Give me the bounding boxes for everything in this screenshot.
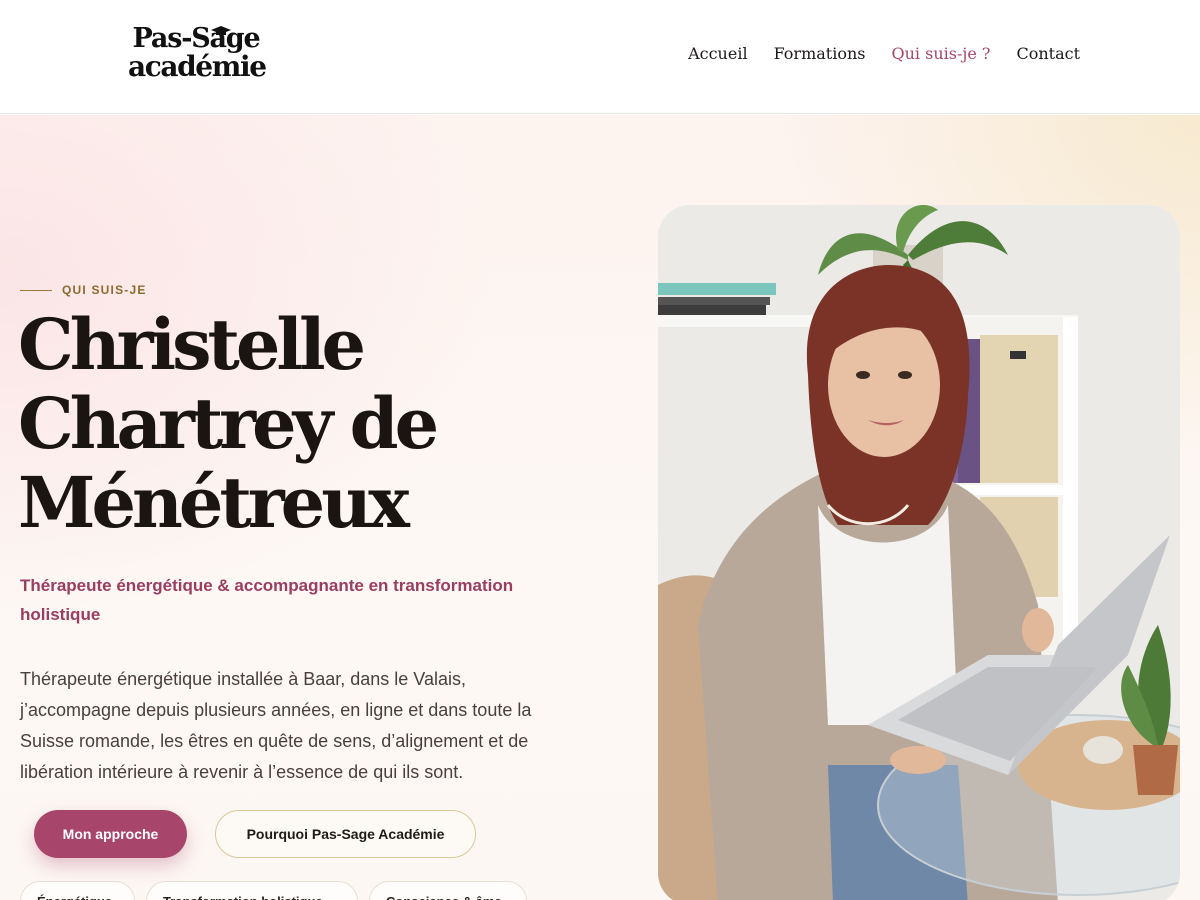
hero-subtitle: Thérapeute énergétique & accompagnante e…	[20, 576, 514, 624]
mon-approche-button[interactable]: Mon approche	[34, 810, 187, 858]
tag-chip: Transformation holistique	[146, 881, 358, 900]
eyebrow-text: QUI SUIS-JE	[62, 283, 147, 297]
graduation-cap-icon	[211, 26, 231, 35]
eyebrow-divider	[20, 289, 52, 291]
logo-line-2: académie	[128, 50, 267, 83]
hero-heading: Christelle Chartrey de Ménétreux	[18, 305, 488, 542]
hero-intro: Thérapeute énergétique installée à Baar,…	[20, 669, 532, 782]
hero-heading-line: Ménétreux	[18, 461, 410, 544]
logo-line-1: Pas-Sage	[132, 23, 261, 54]
nav-link-contact[interactable]: Contact	[1016, 44, 1080, 63]
pourquoi-button[interactable]: Pourquoi Pas-Sage Académie	[215, 810, 476, 858]
nav-link-accueil[interactable]: Accueil	[688, 44, 747, 63]
site-logo[interactable]: Pas-Sage académie	[128, 23, 267, 84]
portrait-photo	[658, 205, 1180, 900]
site-header: Pas-Sage académie Accueil Formations Qui…	[0, 0, 1200, 114]
nav-link-formations[interactable]: Formations	[774, 44, 866, 63]
hero-heading-line: Christelle	[18, 303, 366, 386]
main-nav: Accueil Formations Qui suis-je ? Contact	[688, 44, 1080, 63]
eyebrow: QUI SUIS-JE	[20, 283, 147, 297]
tag-chip: Énergétique	[20, 881, 135, 900]
hero-heading-line: Chartrey de	[18, 382, 439, 465]
portrait-illustration	[658, 205, 1180, 900]
nav-link-qui-suis-je[interactable]: Qui suis-je ?	[891, 44, 990, 63]
hero-section: QUI SUIS-JE Christelle Chartrey de Ménét…	[0, 115, 1200, 900]
tag-chip: Conscience & âme	[369, 881, 527, 900]
